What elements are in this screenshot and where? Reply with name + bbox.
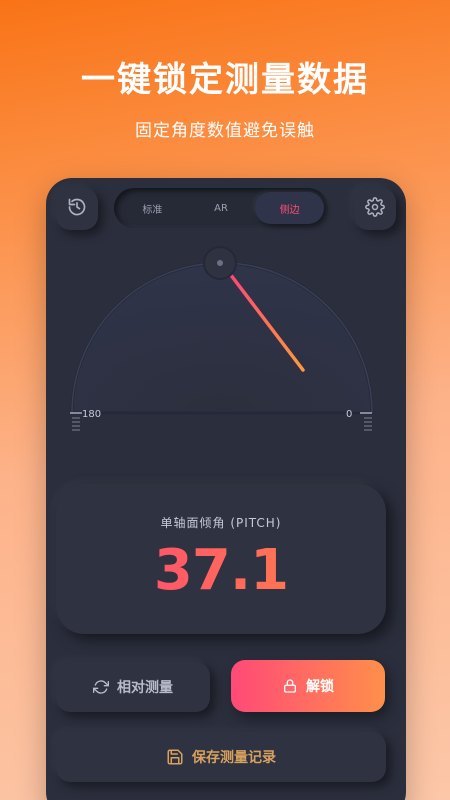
save-record-label: 保存测量记录 [192,750,276,766]
history-icon [67,197,87,221]
reading-card: 单轴面倾角 (PITCH) 37.1 [56,484,386,634]
app-screen: 标准 AR 侧边 180 0 单轴面倾角 (PITCH) 37.1 相对测量 解… [46,178,406,800]
save-icon [166,748,184,766]
mode-tabs: 标准 AR 侧边 [114,188,328,228]
unlock-label: 解锁 [306,679,334,695]
tab-ar[interactable]: AR [187,192,256,224]
lock-icon [282,678,298,694]
unlock-button[interactable]: 解锁 [231,660,385,712]
promo-title: 一键锁定测量数据 [81,60,369,100]
promo-subtitle: 固定角度数值避免误触 [135,121,315,141]
gauge-dome [70,261,374,415]
angle-gauge: 180 0 [70,246,374,431]
tab-side[interactable]: 侧边 [255,192,325,224]
save-record-button[interactable]: 保存测量记录 [56,732,386,782]
history-button[interactable] [56,188,98,230]
gauge-right-label: 0 [346,409,352,420]
reading-label: 单轴面倾角 (PITCH) [160,516,282,530]
refresh-icon [93,679,109,695]
reading-value: 37.1 [56,538,386,603]
settings-button[interactable] [354,188,396,230]
gauge-left-label: 180 [82,409,101,420]
relative-measure-button[interactable]: 相对测量 [56,662,210,712]
gear-icon [365,197,385,221]
tab-standard[interactable]: 标准 [118,192,187,224]
relative-measure-label: 相对测量 [117,680,173,696]
